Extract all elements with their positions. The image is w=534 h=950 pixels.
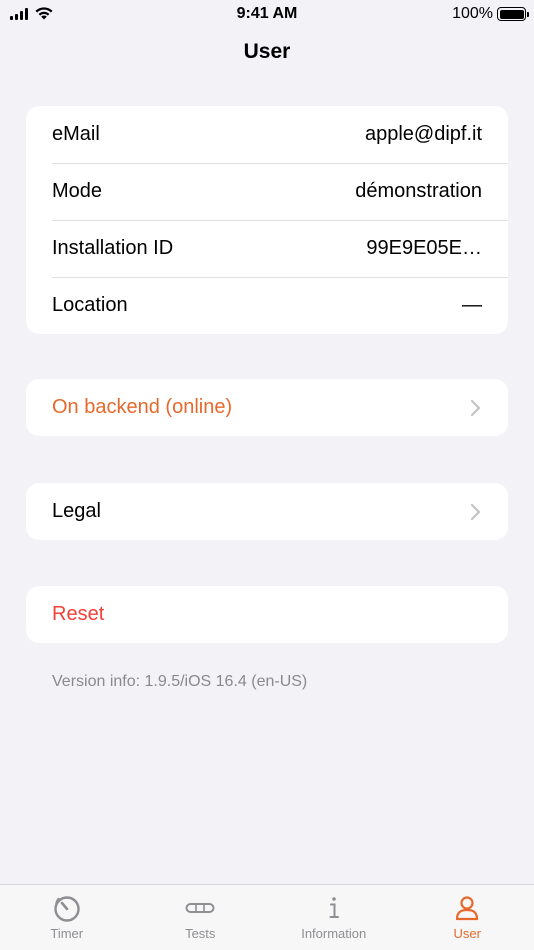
- backend-group: On backend (online): [26, 379, 508, 436]
- mode-row: Mode démonstration: [26, 163, 508, 220]
- tab-tests-label: Tests: [185, 926, 216, 941]
- installation-id-value: 99E9E05E…: [366, 237, 482, 259]
- chevron-right-icon: [470, 399, 481, 416]
- mode-value: démonstration: [355, 180, 482, 202]
- timer-icon: [54, 896, 80, 922]
- tab-tests[interactable]: Tests: [134, 885, 268, 950]
- legal-row[interactable]: Legal: [26, 483, 508, 540]
- legal-group: Legal: [26, 483, 508, 540]
- version-info: Version info: 1.9.5/iOS 16.4 (en-US): [52, 673, 308, 690]
- tab-bar: Timer Tests Information User: [0, 884, 534, 950]
- backend-label: On backend (online): [52, 396, 233, 418]
- page-title: User: [243, 40, 291, 63]
- tests-icon: [185, 903, 215, 913]
- location-label: Location: [52, 294, 128, 316]
- chevron-right-icon: [470, 503, 481, 520]
- installation-id-row: Installation ID 99E9E05E…: [26, 220, 508, 277]
- tab-information[interactable]: Information: [267, 885, 401, 950]
- info-icon: [329, 897, 339, 918]
- tab-timer-label: Timer: [50, 926, 84, 941]
- installation-id-label: Installation ID: [52, 237, 174, 259]
- reset-group: Reset: [26, 586, 508, 643]
- user-icon: [456, 896, 479, 921]
- email-label: eMail: [52, 123, 100, 145]
- email-value: apple@dipf.it: [364, 123, 482, 145]
- status-bar: 9:41 AM 100%: [0, 0, 534, 28]
- battery-icon: [497, 7, 529, 21]
- user-info-group: eMail apple@dipf.it Mode démonstration I…: [26, 106, 508, 334]
- email-row: eMail apple@dipf.it: [26, 106, 508, 163]
- reset-label: Reset: [52, 603, 105, 625]
- backend-row[interactable]: On backend (online): [26, 379, 508, 436]
- tab-information-label: Information: [301, 926, 367, 941]
- user-screen: 9:41 AM 100% User eMail apple@dipf.it Mo…: [0, 0, 534, 950]
- tab-timer[interactable]: Timer: [0, 885, 134, 950]
- battery-percentage: 100%: [452, 5, 493, 22]
- tab-user[interactable]: User: [401, 885, 534, 950]
- mode-label: Mode: [52, 180, 103, 202]
- location-row: Location —: [26, 277, 508, 334]
- location-value: —: [462, 294, 482, 316]
- legal-label: Legal: [52, 500, 101, 522]
- reset-button[interactable]: Reset: [26, 586, 508, 643]
- tab-user-label: User: [453, 926, 481, 941]
